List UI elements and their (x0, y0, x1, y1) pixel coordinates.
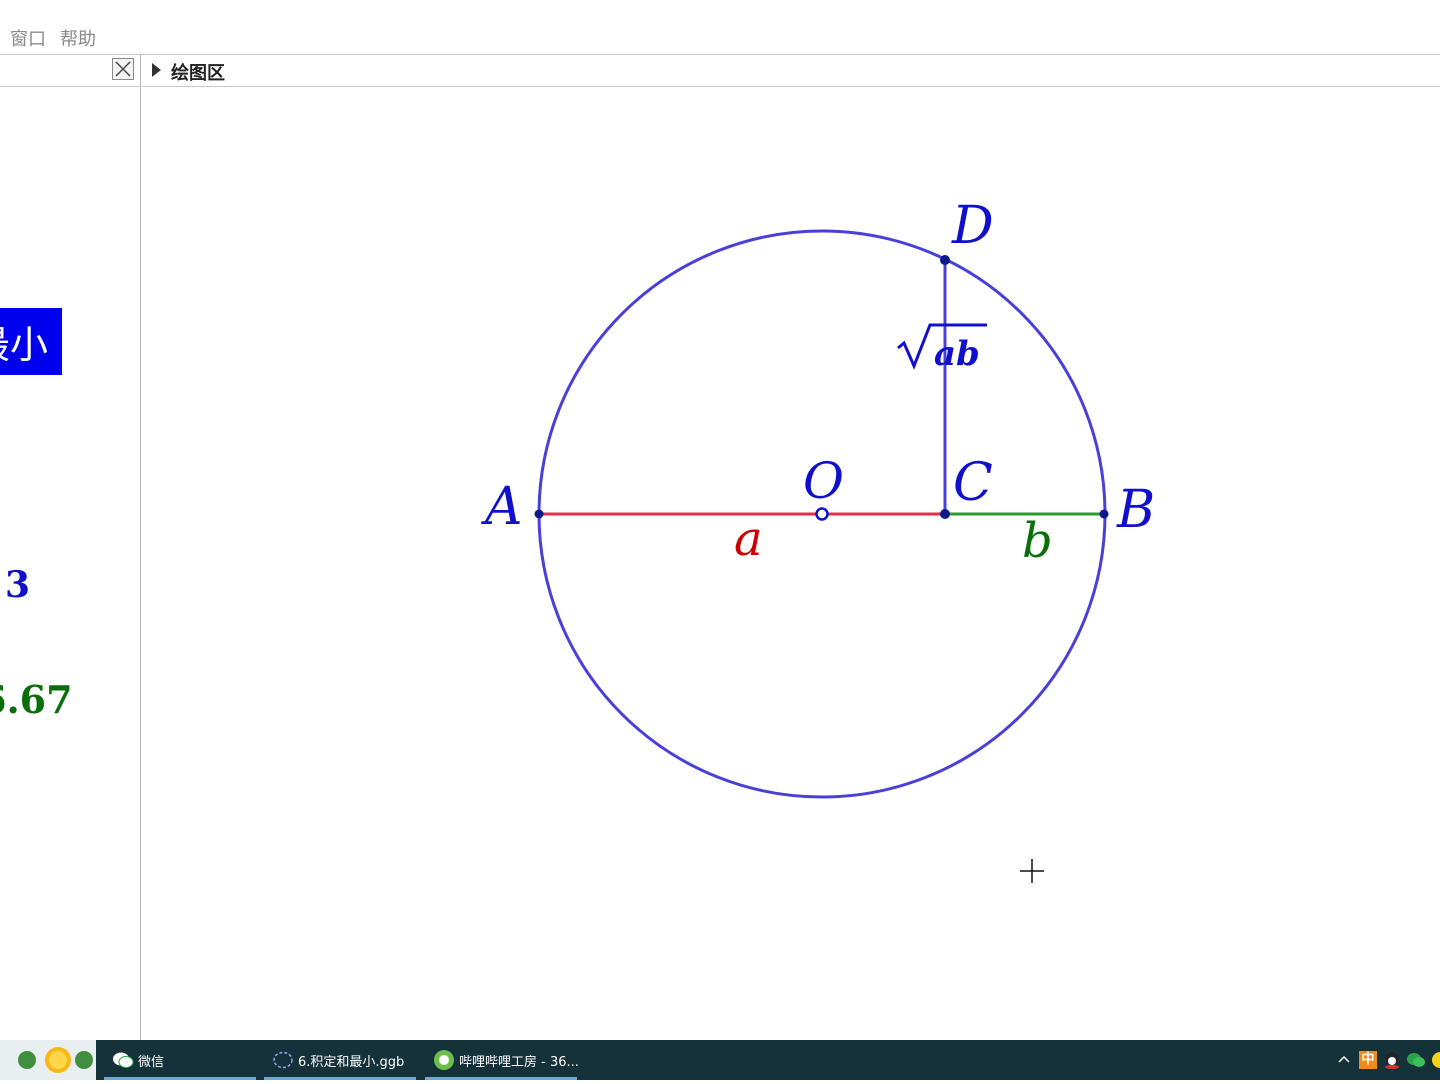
wechat-icon (113, 1052, 134, 1068)
graphics-view-title: 绘图区 (171, 63, 225, 84)
label-segment-b: b (1022, 513, 1053, 569)
point-o[interactable] (815, 507, 829, 521)
taskbar-quick-launch (0, 1040, 96, 1080)
algebra-value-1: 3 (5, 564, 31, 606)
label-segment-a: a (734, 511, 763, 567)
menu-window[interactable]: 窗口 (10, 25, 46, 51)
point-b[interactable] (1099, 509, 1109, 519)
label-point-b: B (1116, 480, 1155, 540)
taskbar-item-label: 哔哩哔哩工房 - 36... (459, 1055, 579, 1070)
crosshair-cursor-icon (1020, 859, 1044, 883)
weather-icon[interactable] (0, 1040, 96, 1080)
algebra-view: 最小 3 6.67 (0, 55, 141, 1040)
graphics-canvas[interactable]: A O C B D a b ab (142, 87, 1440, 1040)
close-icon (115, 61, 131, 77)
point-a[interactable] (534, 509, 544, 519)
point-c[interactable] (940, 509, 950, 519)
label-point-c: C (953, 453, 993, 513)
label-point-a: A (481, 477, 523, 537)
algebra-value-2: 6.67 (0, 677, 73, 722)
tray-expand-icon[interactable] (1337, 1050, 1351, 1070)
menu-bar: 窗口 帮助 (0, 0, 1440, 55)
point-d[interactable] (940, 255, 950, 265)
tray-app-icon[interactable] (1430, 1050, 1440, 1070)
taskbar-item-bilibili[interactable]: 哔哩哔哩工房 - 36... (425, 1040, 579, 1080)
taskbar: 微信 6.积定和最小.ggb 哔哩哔哩工房 - 36... 中 (0, 1040, 1440, 1080)
algebra-header (0, 55, 140, 87)
graphics-header: 绘图区 (142, 55, 1440, 87)
label-point-d: D (951, 196, 994, 256)
expand-triangle-icon[interactable] (152, 63, 161, 77)
geogebra-icon (273, 1051, 293, 1069)
taskbar-item-label: 6.积定和最小.ggb (298, 1055, 405, 1070)
taskbar-item-geogebra[interactable]: 6.积定和最小.ggb (264, 1040, 416, 1080)
taskbar-item-wechat[interactable]: 微信 (104, 1040, 256, 1080)
label-point-o: O (803, 452, 844, 510)
qq-icon[interactable] (1383, 1050, 1401, 1070)
minimize-action-button[interactable]: 最小 (0, 308, 62, 375)
taskbar-item-label: 微信 (138, 1055, 165, 1070)
close-view-button[interactable] (112, 58, 134, 80)
ime-indicator[interactable]: 中 (1359, 1051, 1377, 1069)
menu-help[interactable]: 帮助 (60, 25, 96, 51)
bilibili-icon (434, 1050, 454, 1070)
label-sqrt-ab: ab (897, 323, 987, 374)
label-sqrt-radicand: ab (934, 334, 980, 374)
wechat-tray-icon[interactable] (1406, 1050, 1426, 1070)
